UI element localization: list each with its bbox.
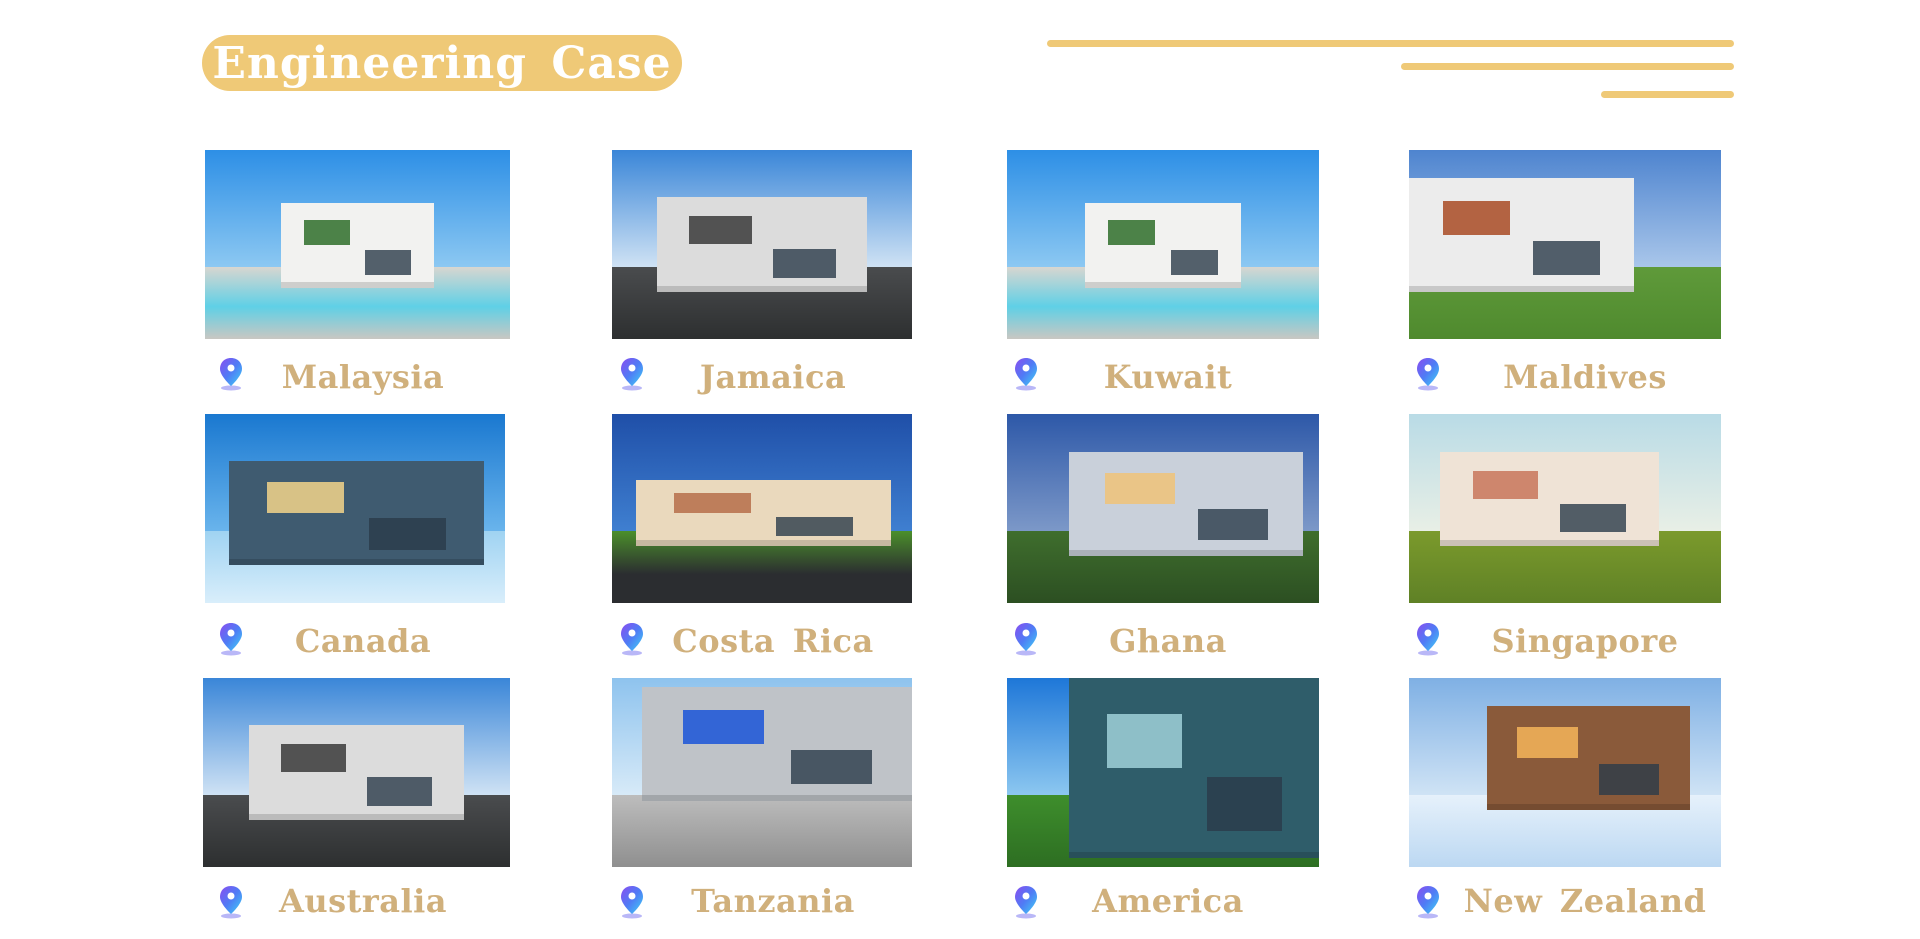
case-country-label: Costa Rica [672,622,874,660]
case-country-label: Ghana [1109,622,1227,660]
case-image-ghana[interactable] [1007,414,1319,603]
location-pin-icon [218,622,244,656]
case-image-australia[interactable] [203,678,510,867]
image-window [688,216,752,245]
image-building [281,202,434,288]
image-building [249,725,464,820]
image-window [304,219,350,246]
location-pin-icon [619,357,645,391]
case-country-label: America [1092,882,1244,920]
image-window [772,249,836,278]
image-window [1108,219,1156,246]
image-window [1560,503,1626,533]
decorative-line-medium [1401,63,1734,70]
image-window [367,777,432,806]
image-window [1104,472,1175,504]
image-window [365,249,411,276]
image-window [281,744,346,773]
location-pin-icon [619,885,645,919]
decorative-line-short [1601,91,1734,98]
image-window [1442,201,1511,236]
location-pin-icon [218,357,244,391]
page-title: Engineering Case [212,37,672,89]
case-country-label: Malaysia [281,358,445,396]
case-country-label: Tanzania [691,882,855,920]
case-image-malaysia[interactable] [205,150,510,339]
case-image-new-zealand[interactable] [1409,678,1721,867]
image-window [1472,470,1539,500]
case-country-label: New Zealand [1463,882,1707,920]
image-building [657,197,867,292]
image-building [1440,451,1659,547]
image-window [1532,240,1600,275]
case-image-kuwait[interactable] [1007,150,1319,339]
image-window [1198,508,1269,541]
image-building [1069,451,1304,556]
image-window [1517,727,1579,759]
title-pill: Engineering Case [202,35,682,91]
case-country-label: Maldives [1503,358,1667,396]
image-ground [612,795,912,867]
image-building [229,461,484,566]
case-image-maldives[interactable] [1409,150,1721,339]
location-pin-icon [1415,622,1441,656]
case-country-label: Canada [294,622,432,660]
case-country-label: Kuwait [1103,358,1233,396]
location-pin-icon [1013,622,1039,656]
image-window [674,493,751,514]
decorative-line-long [1047,40,1734,47]
location-pin-icon [1415,885,1441,919]
image-window [1106,713,1182,768]
case-image-tanzania[interactable] [612,678,912,867]
case-country-label: Singapore [1491,622,1679,660]
image-window [790,749,872,784]
location-pin-icon [619,622,645,656]
image-building [1487,706,1690,811]
image-window [1598,763,1660,795]
location-pin-icon [1013,357,1039,391]
case-image-singapore[interactable] [1409,414,1721,603]
image-window [1206,776,1282,831]
image-window [369,518,446,550]
case-image-canada[interactable] [205,414,505,603]
image-building [1069,678,1319,858]
image-window [682,710,764,745]
location-pin-icon [1013,885,1039,919]
location-pin-icon [218,885,244,919]
image-window [1170,249,1218,276]
case-image-jamaica[interactable] [612,150,912,339]
case-country-label: Jamaica [699,358,847,396]
image-building [1085,202,1241,288]
location-pin-icon [1415,357,1441,391]
case-country-label: Australia [278,882,448,920]
case-image-costa-rica[interactable] [612,414,912,603]
case-image-america[interactable] [1007,678,1319,867]
image-window [776,516,853,537]
image-window [267,482,344,514]
